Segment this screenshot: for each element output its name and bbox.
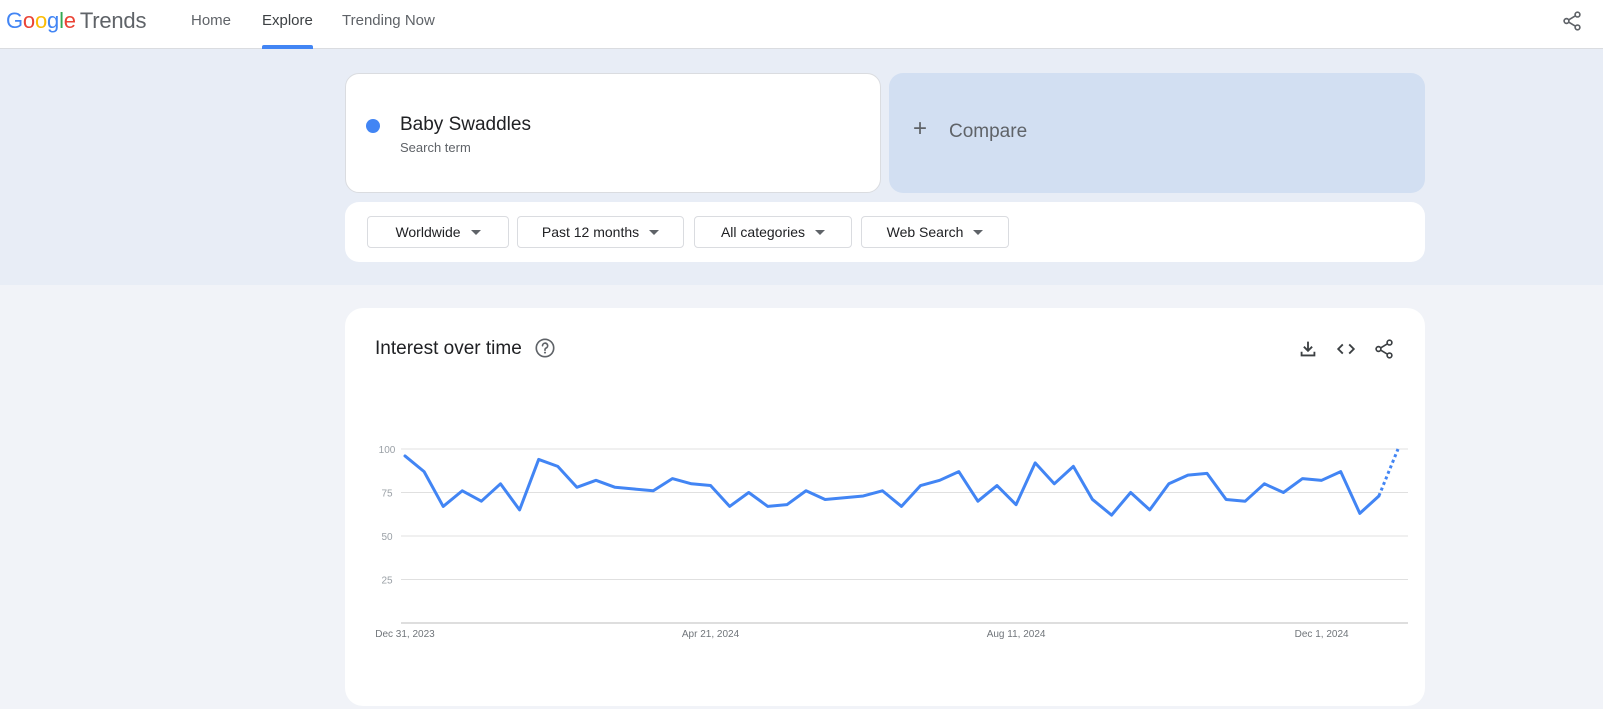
series-line xyxy=(403,454,1381,517)
top-bar: Google Trends Home Explore Trending Now xyxy=(0,0,1603,49)
logo-letter: e xyxy=(63,8,76,33)
caret-down-icon xyxy=(649,229,660,235)
logo-letter: o xyxy=(22,8,35,33)
filter-bar: Worldwide Past 12 months All categories … xyxy=(345,202,1425,262)
y-tick-label: 50 xyxy=(381,532,393,543)
logo-letter: g xyxy=(47,8,60,33)
filter-search-type[interactable]: Web Search xyxy=(861,216,1009,248)
term-color-dot xyxy=(366,119,380,133)
x-tick-label: Aug 11, 2024 xyxy=(987,629,1046,640)
filter-label: Past 12 months xyxy=(541,224,640,240)
interest-line-chart[interactable]: 100 75 50 25 Dec 31, 2023 Apr 21, 2024 Aug 11,… xyxy=(345,308,1425,706)
logo-letter: G xyxy=(6,8,23,33)
nav-trending-now[interactable]: Trending Now xyxy=(342,0,435,48)
caret-down-icon xyxy=(815,229,826,235)
filter-category[interactable]: All categories xyxy=(694,216,852,248)
logo-letter: o xyxy=(34,8,48,33)
y-tick-label: 75 xyxy=(381,489,393,500)
filter-label: All categories xyxy=(720,224,806,240)
filter-label: Web Search xyxy=(886,224,964,240)
caret-down-icon xyxy=(470,229,481,235)
series-partial-segment xyxy=(1377,448,1400,497)
x-tick-label: Apr 21, 2024 xyxy=(682,629,740,640)
logo-trends-word: Trends xyxy=(79,8,147,33)
search-term-type: Search term xyxy=(400,140,471,155)
filter-label: Worldwide xyxy=(395,224,461,240)
y-tick-label: 100 xyxy=(379,445,396,456)
x-tick-label: Dec 31, 2023 xyxy=(375,629,435,640)
search-term-name[interactable]: Baby Swaddles xyxy=(400,114,531,136)
filter-location[interactable]: Worldwide xyxy=(367,216,509,248)
nav-home[interactable]: Home xyxy=(191,0,231,48)
interest-over-time-card: Interest over time 100 75 50 25 Dec 31, 2023… xyxy=(345,308,1425,706)
plus-icon: + xyxy=(913,115,928,142)
y-tick-label: 25 xyxy=(381,576,393,587)
google-trends-logo[interactable]: Google Trends xyxy=(6,8,146,34)
nav-explore[interactable]: Explore xyxy=(262,0,313,48)
filter-time-range[interactable]: Past 12 months xyxy=(517,216,684,248)
caret-down-icon xyxy=(973,229,984,235)
compare-button[interactable]: + Compare xyxy=(889,73,1425,193)
search-term-card[interactable]: Baby Swaddles Search term xyxy=(345,73,881,193)
share-icon[interactable] xyxy=(1561,10,1583,32)
compare-label: Compare xyxy=(949,121,1028,142)
x-tick-label: Dec 1, 2024 xyxy=(1295,629,1349,640)
